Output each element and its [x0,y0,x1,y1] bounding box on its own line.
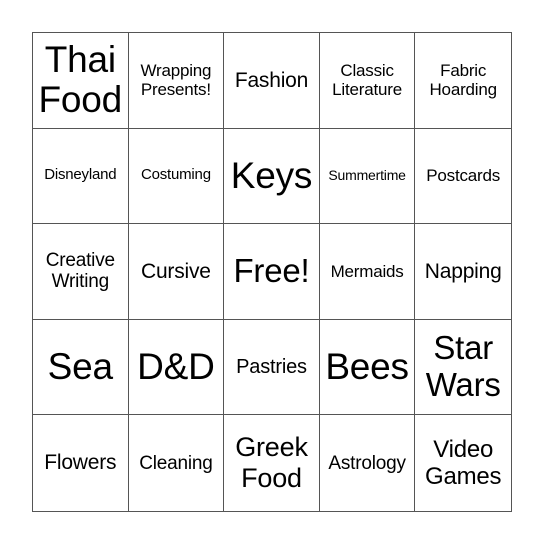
bingo-cell[interactable]: D&D [128,319,225,416]
cell-label: Video Games [425,435,502,491]
cell-label: Wrapping Presents! [140,61,212,100]
cell-label: Creative Writing [45,250,115,293]
cell-label: Pastries [236,355,307,378]
cell-label: Keys [230,154,313,196]
cell-label: Fabric Hoarding [429,61,497,100]
cell-label: D&D [137,345,215,387]
bingo-cell[interactable]: Sea [33,319,129,416]
cell-label: Astrology [328,452,406,474]
bingo-cell[interactable]: Fabric Hoarding [415,33,511,129]
cell-label: Classic Literature [332,61,402,100]
cell-label: Napping [424,259,502,283]
cell-label: Greek Food [235,432,308,494]
bingo-cell[interactable]: Fashion [224,33,320,129]
free-space-label: Free! [233,252,310,290]
bingo-cell[interactable]: Star Wars [415,320,511,416]
bingo-cell[interactable]: Disneyland [33,128,129,225]
cell-label: Costuming [140,166,211,184]
bingo-cell[interactable]: Costuming [128,128,225,225]
bingo-cell[interactable]: Flowers [33,415,129,511]
bingo-cell[interactable]: Thai Food [33,33,129,129]
cell-label: Postcards [426,166,501,186]
bingo-cell[interactable]: Astrology [320,415,416,511]
cell-label: Fashion [234,68,309,92]
cell-label: Cursive [140,259,211,283]
bingo-cell[interactable]: Cleaning [129,415,225,511]
cell-label: Sea [47,345,113,387]
cell-label: Bees [325,345,409,387]
bingo-cell[interactable]: Mermaids [319,224,416,320]
cell-label: Flowers [44,451,117,475]
bingo-cell[interactable]: Classic Literature [319,33,416,129]
bingo-cell[interactable]: Greek Food [224,415,320,511]
bingo-cell[interactable]: Cursive [128,224,225,320]
bingo-cell[interactable]: Pastries [224,319,320,416]
bingo-cell[interactable]: Keys [224,128,320,225]
cell-label: Summertime [328,167,406,184]
cell-label: Mermaids [330,261,404,281]
cell-label: Star Wars [425,329,501,404]
cell-label: Thai Food [38,38,123,121]
bingo-cell[interactable]: Video Games [415,415,511,511]
bingo-cell[interactable]: Creative Writing [33,224,129,320]
bingo-board: Thai Food Wrapping Presents! Fashion Cla… [32,32,512,512]
bingo-cell[interactable]: Wrapping Presents! [128,33,225,129]
cell-label: Disneyland [44,166,117,184]
bingo-cell[interactable]: Bees [319,319,416,416]
bingo-cell[interactable]: Postcards [415,129,511,225]
bingo-cell[interactable]: Napping [415,224,511,320]
bingo-cell[interactable]: Summertime [319,128,416,225]
free-space-cell[interactable]: Free! [224,224,320,320]
cell-label: Cleaning [139,452,213,474]
